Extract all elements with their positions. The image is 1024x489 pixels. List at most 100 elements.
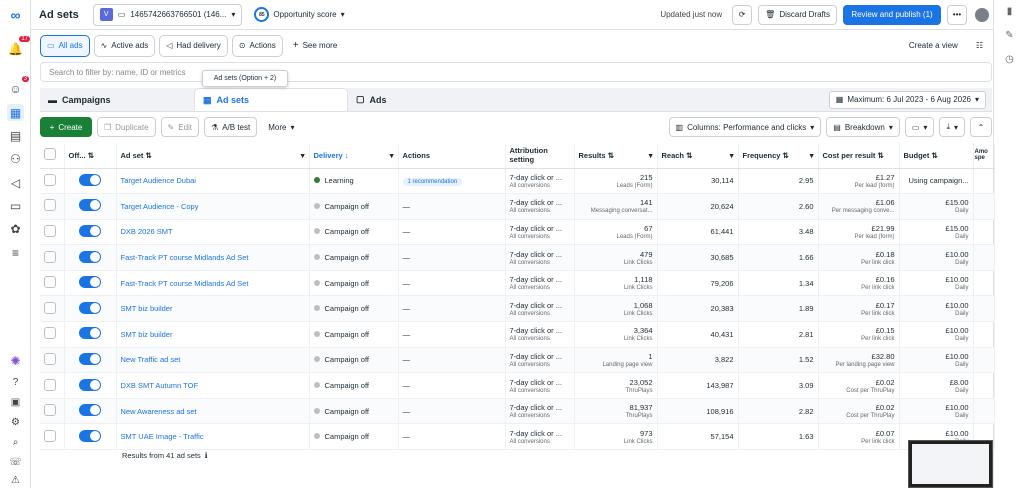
sparkle-icon[interactable]: ✺ — [7, 352, 24, 369]
toggle-cell[interactable] — [64, 244, 117, 271]
review-publish-button[interactable]: Review and publish (1) — [843, 4, 941, 25]
toggle-cell[interactable] — [64, 219, 117, 246]
row-checkbox[interactable] — [44, 250, 56, 263]
on-off-toggle[interactable] — [79, 199, 101, 212]
row-checkbox[interactable] — [44, 173, 56, 186]
actions-cell[interactable]: — — [398, 193, 506, 220]
ab-test-button[interactable]: ⚗ A/B test — [204, 117, 258, 137]
adset-name-cell[interactable]: New Traffic ad set — [116, 347, 310, 374]
filter-settings-icon[interactable]: ☷ — [976, 41, 983, 50]
table-row[interactable]: Fast-Track PT course Midlands Ad Set Camp… — [40, 270, 995, 297]
on-off-toggle[interactable] — [79, 173, 101, 186]
row-checkbox-cell[interactable] — [40, 244, 65, 271]
toggle-cell[interactable] — [64, 321, 117, 348]
col-frequency[interactable]: Frequency ⇅ ▾ — [738, 143, 819, 169]
adset-name-cell[interactable]: SMT biz builder — [116, 295, 310, 323]
adset-name-link[interactable]: DXB SMT Autumn TOF — [121, 381, 199, 390]
pages-icon[interactable]: ▤ — [7, 127, 24, 144]
row-checkbox-cell[interactable] — [40, 347, 65, 374]
adset-name-cell[interactable]: New Awareness ad set — [116, 398, 310, 425]
col-delivery[interactable]: Delivery ↓ ▾ — [309, 143, 399, 169]
budget-cell[interactable]: £10.00Daily — [899, 321, 974, 348]
table-row[interactable]: DXB SMT Autumn TOF Campaign off — 7-day cli… — [40, 372, 995, 399]
actions-cell[interactable]: — — [398, 321, 506, 348]
tab-all-ads[interactable]: ▭ All ads — [40, 34, 90, 57]
table-row[interactable]: Fast-Track PT course Midlands Ad Set Camp… — [40, 244, 995, 271]
search-icon[interactable]: ⌕ — [7, 434, 24, 451]
feedback-icon[interactable]: ☏ — [7, 454, 24, 471]
budget-cell[interactable]: £8.00 Daily — [899, 372, 974, 399]
adset-name-cell[interactable]: DXB 2026 SMT — [116, 219, 310, 246]
row-checkbox-cell[interactable] — [40, 398, 65, 425]
row-checkbox-cell[interactable] — [40, 321, 65, 348]
billing-icon[interactable]: ▭ — [7, 197, 24, 214]
row-checkbox-cell[interactable] — [40, 270, 65, 297]
actions-cell[interactable]: — — [398, 219, 506, 246]
col-amount-spent[interactable]: Amo spe — [973, 143, 995, 169]
toggle-cell[interactable] — [64, 295, 117, 323]
adset-name-cell[interactable]: Fast-Track PT course Midlands Ad Set — [116, 244, 310, 271]
row-checkbox-cell[interactable] — [40, 295, 65, 323]
row-checkbox[interactable] — [44, 301, 56, 314]
adset-name-cell[interactable]: Target Audience - Copy — [116, 193, 310, 220]
recommendation-badge[interactable]: 1 recommendation — [402, 177, 463, 186]
alert-icon[interactable]: ☺ 3 — [7, 76, 29, 97]
refresh-button[interactable]: ⟳ — [732, 4, 753, 25]
table-row[interactable]: Target Audience - Copy Campaign off — 7-day… — [40, 193, 995, 220]
budget-cell[interactable]: £15.00 Daily — [899, 219, 974, 246]
table-row[interactable]: SMT biz builder Campaign off — 7-day click … — [40, 321, 995, 348]
table-row[interactable]: DXB 2026 SMT Campaign off — 7-day click or … — [40, 219, 995, 246]
actions-cell[interactable]: — — [398, 270, 506, 297]
row-checkbox-cell[interactable] — [40, 193, 65, 220]
adset-name-link[interactable]: Target Audience Dubai — [121, 176, 196, 185]
col-off[interactable]: Off... ⇅ — [64, 143, 117, 169]
col-actions[interactable]: Actions — [398, 143, 506, 169]
toggle-cell[interactable] — [64, 398, 117, 425]
toggle-cell[interactable] — [64, 193, 117, 220]
events-icon[interactable]: ✿ — [7, 220, 24, 237]
budget-cell[interactable]: £15.00 Daily — [899, 193, 974, 220]
reports-button[interactable]: ▭ ▾ — [904, 117, 935, 137]
history-icon[interactable]: ◷ — [1002, 52, 1017, 67]
row-checkbox[interactable] — [44, 429, 56, 442]
meta-logo-icon[interactable]: ∞ — [7, 6, 24, 23]
edit-button[interactable]: ✎ Edit — [160, 117, 200, 137]
bug-icon[interactable]: ⚠ — [7, 472, 24, 489]
on-off-toggle[interactable] — [79, 352, 101, 365]
account-selector[interactable]: V ▭ 1465742663766501 (146... ▾ — [92, 3, 243, 26]
toggle-cell[interactable] — [64, 270, 117, 297]
col-results[interactable]: Results ⇅ ▾ — [574, 143, 658, 169]
col-adset[interactable]: Ad set ⇅ ▾ — [116, 143, 310, 169]
breakdown-button[interactable]: ▤ Breakdown ▾ — [826, 117, 900, 137]
select-all-checkbox-cell[interactable] — [40, 143, 65, 169]
actions-cell[interactable]: — — [398, 372, 506, 399]
budget-cell[interactable]: £10.00Daily — [899, 270, 974, 297]
col-attribution[interactable]: Attribution setting — [505, 143, 575, 169]
chart-toggle-button[interactable]: ⌃ — [970, 117, 992, 137]
tab-had-delivery[interactable]: ◁ Had delivery — [159, 34, 228, 57]
adset-name-link[interactable]: SMT UAE Image - Traffic — [121, 432, 204, 441]
settings-icon[interactable]: ⚙ — [7, 414, 24, 431]
on-off-toggle[interactable] — [79, 224, 101, 237]
table-row[interactable]: New Awareness ad set Campaign off — 7-day c… — [40, 398, 995, 425]
adset-name-link[interactable]: DXB 2026 SMT — [121, 227, 173, 236]
adset-name-cell[interactable]: Target Audience Dubai — [116, 168, 310, 195]
on-off-toggle[interactable] — [79, 429, 101, 442]
tab-actions[interactable]: ⊙ Actions — [231, 34, 283, 57]
table-icon[interactable]: ▦ — [7, 104, 24, 121]
actions-cell[interactable]: — — [398, 347, 506, 374]
on-off-toggle[interactable] — [79, 378, 101, 391]
actions-cell[interactable]: — — [398, 244, 506, 271]
create-button[interactable]: + Create — [40, 117, 92, 137]
row-checkbox[interactable] — [44, 404, 56, 417]
actions-cell[interactable]: — — [398, 295, 506, 323]
row-checkbox[interactable] — [44, 199, 56, 212]
adset-name-cell[interactable]: SMT biz builder — [116, 321, 310, 348]
columns-button[interactable]: ▥ Columns: Performance and clicks ▾ — [668, 117, 822, 137]
report-icon[interactable]: ▣ — [7, 394, 24, 411]
more-button[interactable]: More ▾ — [262, 117, 301, 137]
level-tab-ads[interactable]: ▢ Ads — [348, 88, 502, 111]
toggle-cell[interactable] — [64, 347, 117, 374]
budget-cell[interactable]: £10.00Daily — [899, 347, 974, 374]
row-checkbox[interactable] — [44, 224, 56, 237]
